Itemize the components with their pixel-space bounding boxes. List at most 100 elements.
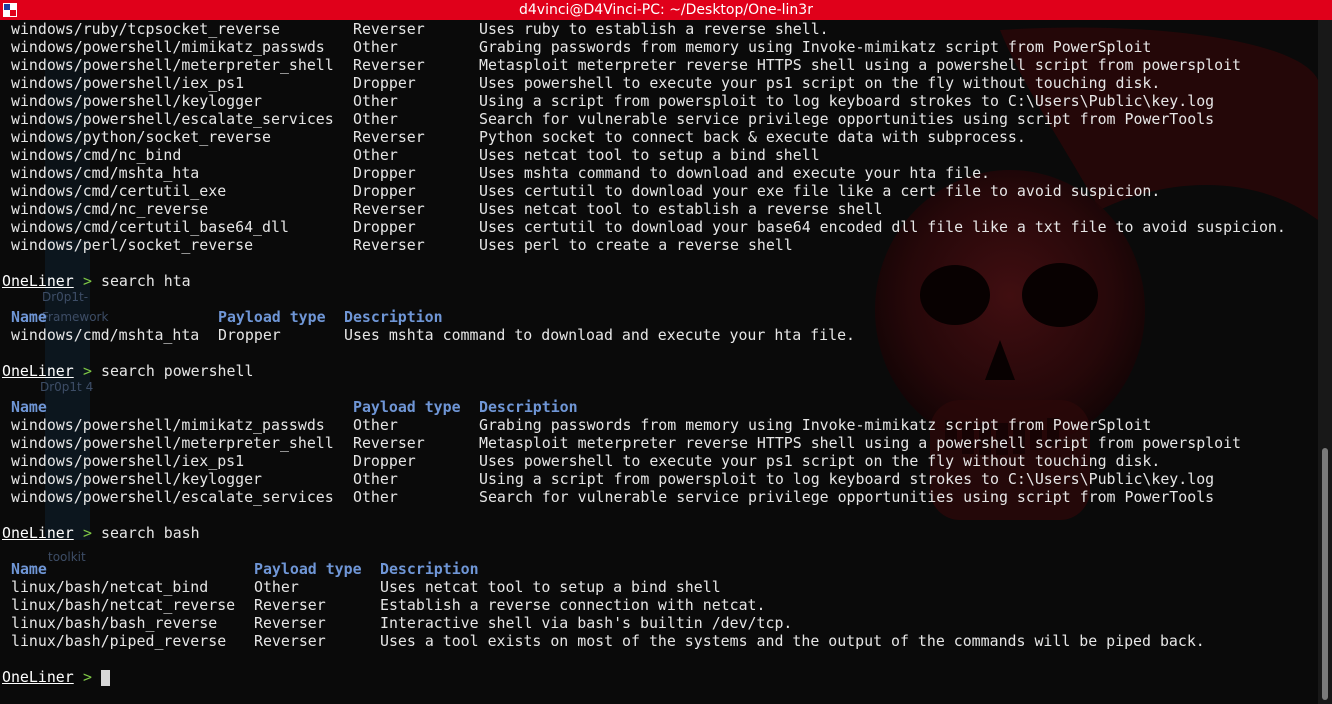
- table-row: windows/powershell/escalate_services Othe…: [0, 110, 1318, 128]
- payload-description-cell: Establish a reverse connection with netc…: [380, 596, 766, 614]
- command-text: search hta: [101, 272, 191, 290]
- table-header: Name Payload type Description: [0, 308, 1318, 326]
- payload-description-cell: Metasploit meterpreter reverse HTTPS she…: [479, 56, 1242, 74]
- payload-type-cell: Reverser: [254, 614, 326, 632]
- payload-name-cell: windows/powershell/iex_ps1: [11, 452, 245, 470]
- payload-name-cell: linux/bash/netcat_reverse: [11, 596, 236, 614]
- payload-name-cell: windows/powershell/escalate_services: [11, 488, 334, 506]
- table-row: linux/bash/bash_reverse Reverser Interacti…: [0, 614, 1318, 632]
- payload-type-cell: Other: [254, 578, 299, 596]
- table-row: windows/cmd/nc_bind Other Uses netcat tool…: [0, 146, 1318, 164]
- table-row: windows/cmd/mshta_hta Dropper Uses mshta c…: [0, 164, 1318, 182]
- payload-name-cell: windows/ruby/tcpsocket_reverse: [11, 20, 280, 38]
- payload-description-cell: Metasploit meterpreter reverse HTTPS she…: [479, 434, 1242, 452]
- payload-type-cell: Other: [353, 110, 398, 128]
- table-row: windows/powershell/iex_ps1 Dropper Uses po…: [0, 74, 1318, 92]
- prompt-arrow: >: [83, 272, 92, 290]
- payload-type-cell: Other: [353, 92, 398, 110]
- payload-description-cell: Uses perl to create a reverse shell: [479, 236, 793, 254]
- payload-name-cell: windows/powershell/iex_ps1: [11, 74, 245, 92]
- column-header-name: Name: [11, 398, 47, 416]
- payload-name-cell: windows/powershell/keylogger: [11, 470, 263, 488]
- payload-name-cell: windows/cmd/nc_bind: [11, 146, 182, 164]
- payload-description-cell: Interactive shell via bash's builtin /de…: [380, 614, 793, 632]
- payload-name-cell: windows/cmd/mshta_hta: [11, 326, 200, 344]
- prompt-line: OneLiner > search powershell: [0, 362, 1318, 380]
- command-text: search bash: [101, 524, 200, 542]
- table-row: windows/powershell/meterpreter_shell Reve…: [0, 434, 1318, 452]
- payload-name-cell: linux/bash/netcat_bind: [11, 578, 209, 596]
- terminal-app-icon: [3, 3, 17, 17]
- table-row: windows/cmd/certutil_exe Dropper Uses cert…: [0, 182, 1318, 200]
- payload-name-cell: linux/bash/piped_reverse: [11, 632, 227, 650]
- terminal-cursor[interactable]: [101, 670, 110, 686]
- payload-description-cell: Uses powershell to execute your ps1 scri…: [479, 74, 1161, 92]
- payload-name-cell: windows/python/socket_reverse: [11, 128, 271, 146]
- prompt-name: OneLiner: [2, 272, 74, 290]
- payload-type-cell: Reverser: [353, 200, 425, 218]
- window-title: d4vinci@D4Vinci-PC: ~/Desktop/One-lin3r: [519, 2, 813, 18]
- payload-name-cell: windows/cmd/nc_reverse: [11, 200, 209, 218]
- payload-description-cell: Uses certutil to download your base64 en…: [479, 218, 1286, 236]
- column-header-type: Payload type: [254, 560, 362, 578]
- table-header: Name Payload type Description: [0, 398, 1318, 416]
- vertical-scrollbar[interactable]: [1318, 20, 1332, 704]
- payload-type-cell: Reverser: [353, 56, 425, 74]
- table-row: windows/powershell/mimikatz_passwds Other…: [0, 416, 1318, 434]
- payload-name-cell: windows/powershell/meterpreter_shell: [11, 56, 334, 74]
- payload-description-cell: Uses netcat tool to establish a reverse …: [479, 200, 883, 218]
- payload-description-cell: Using a script from powersploit to log k…: [479, 92, 1215, 110]
- payload-type-cell: Other: [353, 470, 398, 488]
- table-row: linux/bash/netcat_reverse Reverser Establi…: [0, 596, 1318, 614]
- payload-description-cell: Uses powershell to execute your ps1 scri…: [479, 452, 1161, 470]
- table-row: windows/perl/socket_reverse Reverser Uses …: [0, 236, 1318, 254]
- table-row: windows/powershell/keylogger Other Using a…: [0, 470, 1318, 488]
- command-text: search powershell: [101, 362, 254, 380]
- table-row: windows/cmd/certutil_base64_dll Dropper Us…: [0, 218, 1318, 236]
- column-header-name: Name: [11, 560, 47, 578]
- payload-type-cell: Dropper: [353, 182, 416, 200]
- payload-type-cell: Reverser: [254, 632, 326, 650]
- prompt-arrow: >: [83, 524, 92, 542]
- terminal-window: d4vinci@D4Vinci-PC: ~/Desktop/One-lin3r …: [0, 0, 1332, 704]
- payload-type-cell: Dropper: [218, 326, 281, 344]
- prompt-line: OneLiner > search hta: [0, 272, 1318, 290]
- prompt-name: OneLiner: [2, 362, 74, 380]
- column-header-description: Description: [479, 398, 578, 416]
- table-row: linux/bash/netcat_bind Other Uses netcat t…: [0, 578, 1318, 596]
- table-row: windows/cmd/nc_reverse Reverser Uses netca…: [0, 200, 1318, 218]
- column-header-name: Name: [11, 308, 47, 326]
- payload-description-cell: Uses netcat tool to setup a bind shell: [479, 146, 820, 164]
- payload-name-cell: windows/powershell/meterpreter_shell: [11, 434, 334, 452]
- payload-name-cell: windows/perl/socket_reverse: [11, 236, 254, 254]
- payload-description-cell: Uses certutil to download your exe file …: [479, 182, 1161, 200]
- payload-name-cell: windows/cmd/mshta_hta: [11, 164, 200, 182]
- table-header: Name Payload type Description: [0, 560, 1318, 578]
- table-row: windows/python/socket_reverse Reverser Pyt…: [0, 128, 1318, 146]
- payload-name-cell: windows/powershell/mimikatz_passwds: [11, 38, 325, 56]
- payload-description-cell: Uses mshta command to download and execu…: [479, 164, 991, 182]
- title-bar[interactable]: d4vinci@D4Vinci-PC: ~/Desktop/One-lin3r: [0, 0, 1332, 20]
- payload-description-cell: Search for vulnerable service privilege …: [479, 488, 1215, 506]
- terminal-output[interactable]: windows/ruby/tcpsocket_reverse Reverser Us…: [0, 20, 1318, 704]
- payload-type-cell: Dropper: [353, 164, 416, 182]
- payload-name-cell: windows/cmd/certutil_base64_dll: [11, 218, 289, 236]
- table-row: windows/ruby/tcpsocket_reverse Reverser Us…: [0, 20, 1318, 38]
- scrollbar-thumb[interactable]: [1322, 448, 1328, 700]
- prompt-line: OneLiner > search bash: [0, 524, 1318, 542]
- payload-type-cell: Dropper: [353, 74, 416, 92]
- payload-description-cell: Grabing passwords from memory using Invo…: [479, 38, 1152, 56]
- payload-type-cell: Reverser: [353, 128, 425, 146]
- prompt-line: OneLiner >: [0, 668, 1318, 686]
- table-row: windows/powershell/meterpreter_shell Reve…: [0, 56, 1318, 74]
- prompt-name: OneLiner: [2, 668, 74, 686]
- payload-type-cell: Reverser: [353, 434, 425, 452]
- table-row: windows/powershell/iex_ps1 Dropper Uses po…: [0, 452, 1318, 470]
- payload-description-cell: Uses netcat tool to setup a bind shell: [380, 578, 721, 596]
